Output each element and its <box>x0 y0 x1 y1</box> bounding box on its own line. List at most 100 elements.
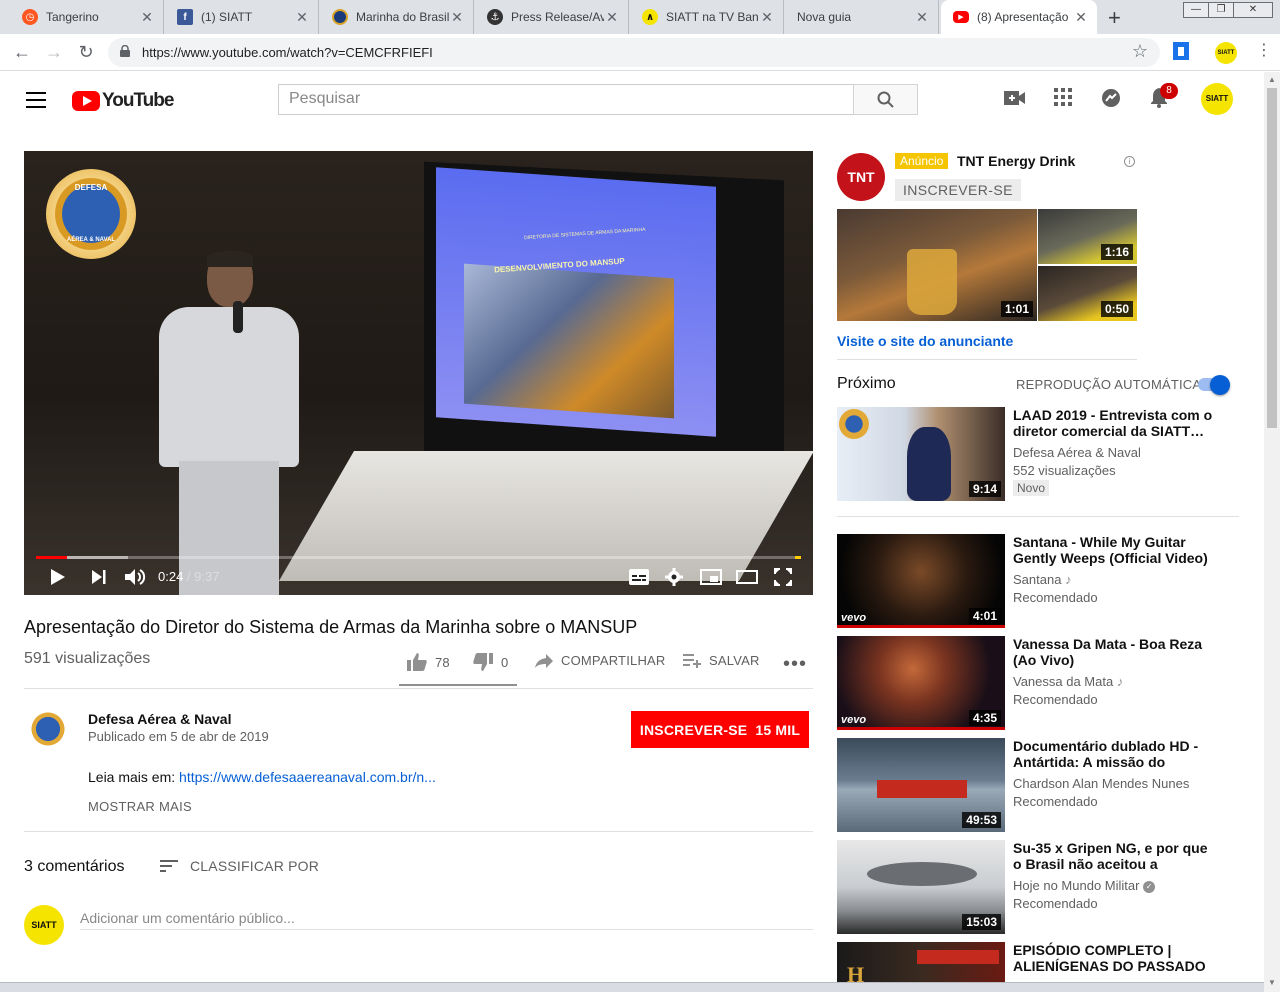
theater-mode-icon[interactable] <box>736 566 758 588</box>
browser-menu-icon[interactable]: ⋮ <box>1256 40 1272 60</box>
miniplayer-icon[interactable] <box>700 566 722 588</box>
video-thumbnail[interactable]: 9:14 <box>837 407 1005 501</box>
channel-name[interactable]: Vanessa da Mata ♪ <box>1013 674 1123 689</box>
minimize-window-button[interactable]: — <box>1183 2 1209 18</box>
duration: 9:37 <box>194 569 220 584</box>
scroll-up-arrow-icon[interactable]: ▲ <box>1268 75 1276 84</box>
bookmark-star-icon[interactable]: ☆ <box>1132 41 1148 62</box>
ad-badge: Anúncio <box>895 153 949 169</box>
like-button[interactable]: 78 <box>407 653 450 671</box>
account-avatar[interactable]: SIATT <box>1201 83 1233 115</box>
close-tab-icon[interactable]: ✕ <box>1073 9 1089 26</box>
comment-input[interactable] <box>80 906 813 930</box>
settings-gear-icon[interactable] <box>665 566 683 588</box>
video-meta: Recomendado <box>1013 896 1098 911</box>
autoplay-toggle[interactable] <box>1198 375 1232 395</box>
fullscreen-icon[interactable] <box>774 566 792 588</box>
new-tab-button[interactable]: + <box>1108 5 1121 31</box>
next-video-icon[interactable] <box>92 566 106 588</box>
video-title[interactable]: Su-35 x Gripen NG, e por que o Brasil nã… <box>1013 840 1217 872</box>
ad-channel-logo[interactable]: TNT <box>837 153 885 201</box>
divider <box>837 359 1137 360</box>
recommended-video[interactable]: 9:14 LAAD 2019 - Entrevista com o direto… <box>837 407 1237 501</box>
forward-arrow-icon[interactable]: → <box>42 40 66 64</box>
video-thumbnail[interactable]: H <box>837 942 1005 982</box>
address-bar[interactable]: https://www.youtube.com/watch?v=CEMCFRFI… <box>108 38 1160 67</box>
messages-icon[interactable] <box>1099 88 1123 112</box>
subtitles-icon[interactable] <box>629 566 649 588</box>
save-button[interactable]: SALVAR <box>683 653 760 668</box>
info-icon[interactable]: i <box>1124 156 1135 167</box>
recommended-video[interactable]: vevo 4:35 Vanessa Da Mata - Boa Reza (Ao… <box>837 636 1237 730</box>
video-title[interactable]: EPISÓDIO COMPLETO | ALIENÍGENAS DO PASSA… <box>1013 942 1217 974</box>
video-title: Apresentação do Diretor do Sistema de Ar… <box>24 617 638 637</box>
profile-avatar[interactable]: SIATT <box>1215 42 1237 64</box>
channel-name[interactable]: Santana ♪ <box>1013 572 1072 587</box>
browser-tab[interactable]: ∧ SIATT na TV Banc ✕ <box>630 0 784 34</box>
close-tab-icon[interactable]: ✕ <box>294 9 310 26</box>
close-tab-icon[interactable]: ✕ <box>139 9 155 26</box>
up-next-label: Próximo <box>837 375 896 392</box>
recommended-video[interactable]: vevo 4:01 Santana - While My Guitar Gent… <box>837 534 1237 628</box>
channel-avatar[interactable] <box>24 705 72 753</box>
close-tab-icon[interactable]: ✕ <box>449 9 465 26</box>
close-tab-icon[interactable]: ✕ <box>604 9 620 26</box>
video-title[interactable]: LAAD 2019 - Entrevista com o diretor com… <box>1013 407 1217 439</box>
video-thumbnail[interactable]: vevo 4:01 <box>837 534 1005 628</box>
browser-tab[interactable]: ⚓ Press Release/Av ✕ <box>475 0 629 34</box>
video-title[interactable]: Documentário dublado HD - Antártida: A m… <box>1013 738 1217 770</box>
restore-window-button[interactable]: ❐ <box>1208 2 1234 18</box>
ad-subscribe-button[interactable]: INSCREVER-SE <box>895 179 1021 201</box>
dislike-button[interactable]: 0 <box>473 653 508 671</box>
slide-image <box>464 263 674 419</box>
browser-tab[interactable]: Marinha do Brasil ✕ <box>320 0 474 34</box>
browser-tab[interactable]: Nova guia ✕ <box>785 0 939 34</box>
recommended-video[interactable]: H EPISÓDIO COMPLETO | ALIENÍGENAS DO PAS… <box>837 942 1237 982</box>
recommended-video[interactable]: 15:03 Su-35 x Gripen NG, e por que o Bra… <box>837 840 1237 934</box>
close-tab-icon[interactable]: ✕ <box>759 9 775 26</box>
reload-icon[interactable]: ↻ <box>74 40 98 64</box>
progress-bar[interactable] <box>36 556 801 559</box>
create-video-icon[interactable] <box>1003 88 1027 112</box>
play-icon[interactable] <box>50 566 66 588</box>
video-thumbnail[interactable]: 49:53 <box>837 738 1005 832</box>
volume-icon[interactable] <box>125 566 147 588</box>
browser-tab[interactable]: ◷ Tangerino ✕ <box>10 0 164 34</box>
browser-tab[interactable]: f (1) SIATT ✕ <box>165 0 319 34</box>
advertiser-site-link[interactable]: Visite o site do anunciante <box>837 333 1013 349</box>
youtube-logo[interactable]: YouTube <box>72 90 174 112</box>
search-input[interactable] <box>279 85 853 113</box>
channel-name[interactable]: Chardson Alan Mendes Nunes <box>1013 776 1189 791</box>
video-title[interactable]: Santana - While My Guitar Gently Weeps (… <box>1013 534 1217 566</box>
channel-name[interactable]: Defesa Aérea & Naval <box>88 711 231 727</box>
video-thumbnail[interactable]: vevo 4:35 <box>837 636 1005 730</box>
ad-channel-name[interactable]: TNT Energy Drink <box>957 153 1075 169</box>
show-more-button[interactable]: MOSTRAR MAIS <box>88 799 192 814</box>
search-button[interactable] <box>853 84 918 115</box>
scroll-down-arrow-icon[interactable]: ▼ <box>1268 978 1276 987</box>
scrollbar-thumb[interactable] <box>1267 88 1277 428</box>
recommended-video[interactable]: 49:53 Documentário dublado HD - Antártid… <box>837 738 1237 832</box>
ad-video-thumbnail[interactable]: 1:16 <box>1038 209 1137 264</box>
channel-name[interactable]: Hoje no Mundo Militar ✓ <box>1013 878 1156 893</box>
bookmark-extension-icon[interactable] <box>1173 42 1189 60</box>
sort-by-button[interactable]: CLASSIFICAR POR <box>160 858 319 874</box>
subscribe-button[interactable]: INSCREVER-SE 15 MIL <box>631 711 809 748</box>
back-arrow-icon[interactable]: ← <box>10 40 34 64</box>
more-actions-icon[interactable]: ••• <box>783 653 807 676</box>
apps-grid-icon[interactable] <box>1051 88 1075 112</box>
verified-badge-icon: ✓ <box>1143 880 1156 893</box>
ad-video-thumbnail[interactable]: 1:01 <box>837 209 1037 321</box>
description-link[interactable]: https://www.defesaaereanaval.com.br/n... <box>179 769 436 785</box>
video-player[interactable]: DIRETORIA DE SISTEMAS DE ARMAS DA MARINH… <box>24 151 813 595</box>
ad-video-thumbnail[interactable]: 0:50 <box>1038 266 1137 321</box>
menu-hamburger-icon[interactable] <box>26 92 46 108</box>
page-scrollbar[interactable]: ▲ ▼ <box>1264 72 1280 992</box>
video-thumbnail[interactable]: 15:03 <box>837 840 1005 934</box>
video-title[interactable]: Vanessa Da Mata - Boa Reza (Ao Vivo) <box>1013 636 1217 668</box>
browser-tab-active[interactable]: ▶ (8) Apresentação ✕ <box>941 0 1097 34</box>
close-tab-icon[interactable]: ✕ <box>914 9 930 26</box>
channel-name[interactable]: Defesa Aérea & Naval <box>1013 445 1141 460</box>
share-button[interactable]: COMPARTILHAR <box>535 653 666 668</box>
close-window-button[interactable]: ✕ <box>1233 2 1273 18</box>
